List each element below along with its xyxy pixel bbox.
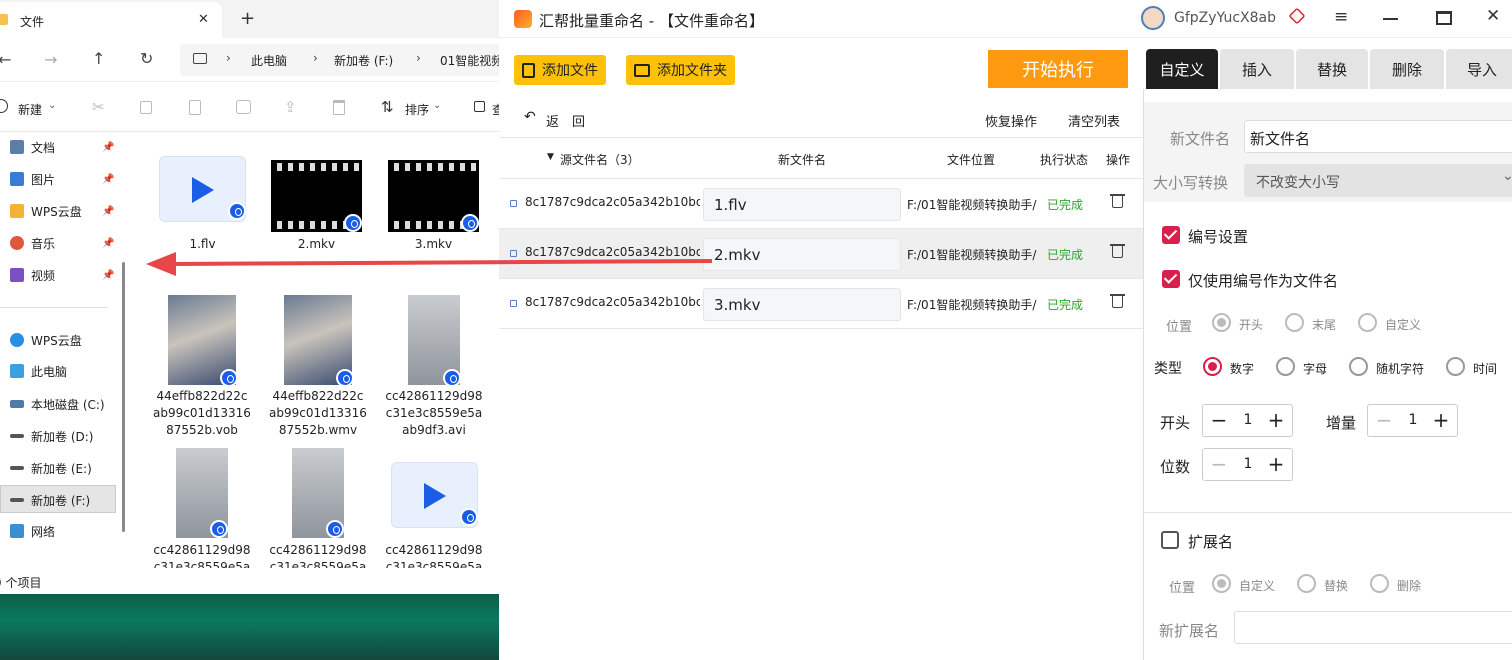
drag-arrow-line: [169, 259, 713, 266]
drag-arrow: [146, 252, 713, 276]
drag-arrow-head: [146, 252, 176, 276]
